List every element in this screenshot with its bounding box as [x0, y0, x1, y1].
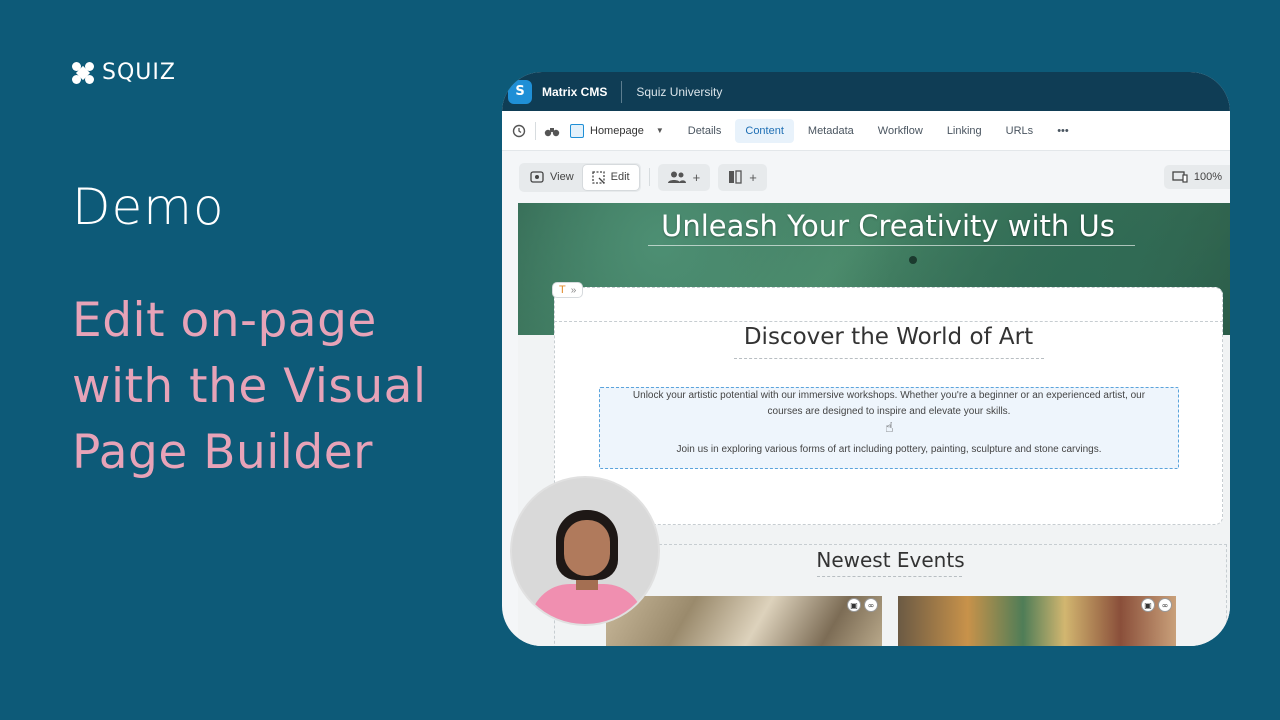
component-tag[interactable]: T »: [552, 282, 584, 298]
history-icon[interactable]: [511, 123, 527, 139]
hero-underline: [648, 245, 1135, 246]
text-component-icon: T: [559, 284, 566, 296]
tab-urls[interactable]: URLs: [996, 119, 1044, 143]
zoom-level: 100%: [1193, 171, 1222, 183]
more-icon[interactable]: •••: [1047, 119, 1079, 143]
edit-label: Edit: [610, 171, 630, 183]
device-icon: [1172, 171, 1188, 183]
users-icon: [667, 171, 686, 183]
plus-icon: +: [749, 169, 757, 185]
add-users-button[interactable]: +: [657, 163, 711, 191]
view-button[interactable]: View: [521, 165, 583, 190]
view-label: View: [550, 171, 574, 183]
squiz-logo-icon: [72, 61, 94, 84]
editor-toolbar: View Edit + + 100%: [502, 151, 1230, 203]
tab-linking[interactable]: Linking: [937, 119, 992, 143]
tab-details[interactable]: Details: [678, 119, 732, 143]
page-selector-label: Homepage: [590, 124, 644, 137]
presenter-face: [564, 520, 610, 576]
link-icon[interactable]: ∞: [864, 598, 878, 612]
image-tools: ▣ ∞: [1141, 598, 1172, 612]
toolbar-divider: [535, 121, 536, 140]
tab-content[interactable]: Content: [735, 118, 794, 143]
view-edit-toggle: View Edit: [519, 162, 641, 192]
paragraph-1[interactable]: Unlock your artistic potential with our …: [600, 388, 1178, 420]
device-zoom-button[interactable]: 100%: [1163, 165, 1230, 189]
image-tools: ▣ ∞: [847, 598, 878, 612]
section-title-underline: [734, 358, 1044, 359]
hero-dot: [909, 256, 917, 264]
eye-icon: [530, 171, 544, 183]
cms-topbar: S Matrix CMS Squiz University: [502, 72, 1230, 111]
presenter-webcam: [510, 476, 660, 626]
toolbar-divider: [648, 168, 650, 186]
page-icon: [570, 123, 584, 138]
tab-metadata[interactable]: Metadata: [798, 119, 864, 143]
event-image-painting[interactable]: ▣ ∞: [898, 596, 1176, 646]
edit-button[interactable]: Edit: [582, 164, 639, 190]
hand-cursor-icon: ☝: [885, 420, 894, 436]
paragraph-2[interactable]: Join us in exploring various forms of ar…: [600, 442, 1178, 458]
select-icon: [592, 170, 605, 184]
chevron-down-icon: ▼: [655, 126, 664, 135]
brand-name: SQUIZ: [102, 60, 176, 85]
image-icon[interactable]: ▣: [847, 598, 861, 612]
chevron-right-icon: »: [570, 284, 577, 296]
plus-icon: +: [692, 169, 701, 185]
app-name: Matrix CMS: [542, 84, 608, 99]
section-title[interactable]: Discover the World of Art: [554, 324, 1223, 350]
binoculars-icon[interactable]: [544, 123, 560, 139]
presenter-shirt: [530, 584, 644, 624]
headline: Edit on-page with the Visual Page Builde…: [72, 293, 427, 480]
layout-icon: [729, 170, 742, 184]
card-divider: [554, 321, 1223, 322]
site-name[interactable]: Squiz University: [636, 85, 722, 99]
link-icon[interactable]: ∞: [1158, 598, 1172, 612]
events-title-underline: [817, 576, 962, 577]
page-selector[interactable]: Homepage ▼: [570, 123, 664, 138]
squiz-brand: SQUIZ: [72, 60, 176, 85]
event-image-pottery[interactable]: ▣ ∞: [606, 596, 882, 646]
tab-workflow[interactable]: Workflow: [868, 119, 933, 143]
hero-title[interactable]: Unleash Your Creativity with Us: [518, 209, 1230, 243]
tab-bar: Homepage ▼ Details Content Metadata Work…: [502, 111, 1230, 151]
add-layout-button[interactable]: +: [718, 163, 767, 191]
topbar-divider: [621, 80, 623, 103]
demo-label: Demo: [72, 178, 225, 236]
image-icon[interactable]: ▣: [1141, 598, 1155, 612]
matrix-logo-icon[interactable]: S: [508, 79, 532, 104]
